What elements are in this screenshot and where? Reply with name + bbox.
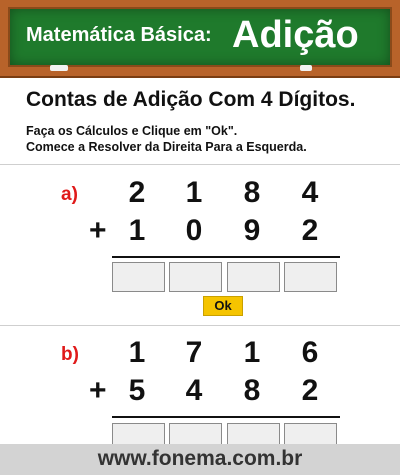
site-url: www.fonema.com.br [97,447,303,470]
page-title: Contas de Adição Com 4 Dígitos. [26,88,356,111]
instruction-text: Comece a Resolver da Direita Para a Esqu… [26,140,307,154]
bottom-digit: 8 [243,374,261,407]
answer-input-thousands[interactable] [112,262,165,292]
bottom-digit: 5 [128,374,146,407]
instruction-text: Faça os Cálculos e Clique em "Ok". [26,124,238,138]
bottom-digit: 4 [185,374,203,407]
answer-input-units[interactable] [284,262,337,292]
bottom-digit: 2 [301,374,319,407]
top-digit: 1 [128,336,146,369]
top-digit: 8 [243,176,261,209]
answer-input-tens[interactable] [227,262,280,292]
ok-button[interactable]: Ok [203,296,243,316]
plus-operator: + [89,214,107,247]
sum-line [112,256,340,258]
answer-input-hundreds[interactable] [169,262,222,292]
header-subtitle: Matemática Básica: [26,24,212,46]
header-title: Adição [232,14,359,56]
chalk-piece [300,65,312,71]
footer-bar: www.fonema.com.br [0,444,400,475]
top-digit: 1 [185,176,203,209]
divider [0,164,400,165]
problem-label: a) [61,184,78,205]
top-digit: 7 [185,336,203,369]
header-frame: Matemática Básica: Adição [0,0,400,78]
top-digit: 2 [128,176,146,209]
bottom-digit: 2 [301,214,319,247]
bottom-digit: 0 [185,214,203,247]
top-digit: 1 [243,336,261,369]
chalk-piece [50,65,68,71]
divider [0,325,400,326]
problem-label: b) [61,344,79,365]
sum-line [112,416,340,418]
bottom-digit: 1 [128,214,146,247]
top-digit: 6 [301,336,319,369]
bottom-digit: 9 [243,214,261,247]
plus-operator: + [89,374,107,407]
top-digit: 4 [301,176,319,209]
